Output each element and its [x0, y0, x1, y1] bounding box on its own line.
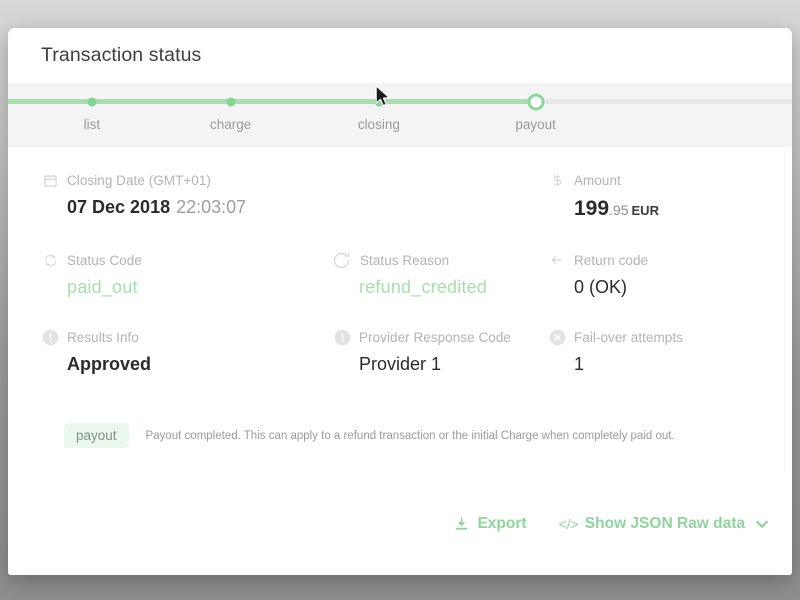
exclamation-circle-icon: [41, 328, 59, 346]
field-value: Approved: [67, 354, 152, 374]
show-json-label: Show JSON Raw data: [584, 514, 745, 532]
amount-main: 199: [574, 197, 610, 220]
transaction-status-modal: Transaction status list charge closing p…: [8, 28, 792, 575]
field-results-info: Results Info Approved: [8, 326, 333, 375]
transaction-details-panel: Closing Date (GMT+01) 07 Dec 2018 22:03:0…: [8, 147, 784, 472]
step-node-charge[interactable]: [226, 97, 236, 106]
field-label-text: Status Code: [67, 252, 142, 268]
field-status-code: Status Code paid_out: [8, 249, 333, 298]
exclamation-circle-icon: [333, 328, 351, 346]
closing-time-value: 22:03:07: [176, 197, 247, 217]
field-value: paid_out: [67, 277, 138, 297]
status-badge: payout: [64, 423, 129, 448]
export-label: Export: [477, 514, 527, 532]
field-provider-response-code: Provider Response Code Provider 1: [333, 326, 548, 375]
field-label-text: Amount: [574, 172, 621, 188]
field-value: Provider 1: [359, 354, 442, 374]
amount-currency: EUR: [631, 203, 659, 218]
field-value: 199.95 EUR: [548, 197, 763, 221]
field-label-text: Status Reason: [360, 252, 450, 268]
field-value: 1: [574, 354, 585, 374]
field-amount: Amount 199.95 EUR: [548, 169, 763, 221]
sync-icon: [41, 251, 59, 269]
step-label-list: list: [83, 117, 101, 132]
field-label: Status Code: [41, 249, 333, 271]
field-status-reason: Status Reason refund_credited: [333, 249, 548, 298]
field-label-text: Provider Response Code: [359, 329, 511, 345]
field-label: Return code: [548, 249, 763, 271]
field-label: Provider Response Code: [333, 326, 548, 348]
field-value: refund_credited: [359, 277, 488, 297]
page-title: Transaction status: [41, 44, 202, 66]
field-label-text: Return code: [574, 252, 649, 268]
code-icon: </>: [558, 515, 579, 532]
chevron-down-icon[interactable]: [754, 516, 770, 532]
detail-row: Status Code paid_out Status Reason refun…: [8, 249, 784, 298]
field-label: Results Info: [41, 326, 333, 348]
progress-stepper: list charge closing payout: [8, 83, 792, 147]
field-label: Fail-over attempts: [548, 326, 763, 348]
step-label-charge: charge: [210, 117, 252, 132]
x-circle-icon: [548, 328, 566, 346]
field-label-text: Closing Date (GMT+01): [67, 172, 211, 188]
step-node-list[interactable]: [87, 97, 97, 106]
step-node-payout[interactable]: [527, 93, 545, 110]
step-node-closing[interactable]: [374, 97, 384, 106]
refresh-icon: [330, 249, 352, 271]
detail-row: Results Info Approved Provider Response …: [8, 326, 784, 375]
field-label-text: Fail-over attempts: [574, 329, 683, 345]
field-label: Amount: [548, 169, 763, 191]
dollar-icon: [548, 171, 566, 189]
arrow-left-icon: [548, 251, 566, 269]
calendar-icon: [41, 171, 59, 189]
download-icon: [453, 515, 470, 532]
modal-footer: Export </> Show JSON Raw data: [8, 472, 792, 575]
field-closing-date: Closing Date (GMT+01) 07 Dec 2018 22:03:0…: [8, 169, 333, 221]
field-label: Closing Date (GMT+01): [41, 169, 333, 191]
field-value: 07 Dec 2018 22:03:07: [41, 197, 333, 218]
field-value: 0 (OK): [574, 277, 628, 297]
step-label-payout: payout: [515, 117, 556, 132]
field-return-code: Return code 0 (OK): [548, 249, 763, 298]
modal-header: Transaction status: [8, 28, 792, 83]
field-label-text: Results Info: [67, 329, 139, 345]
field-label: Status Reason: [333, 249, 548, 271]
show-json-raw-data-button[interactable]: </> Show JSON Raw data: [559, 515, 770, 533]
step-label-closing: closing: [357, 117, 400, 132]
field-failover-attempts: Fail-over attempts 1: [548, 326, 763, 375]
status-description: Payout completed. This can apply to a re…: [145, 429, 675, 442]
amount-cents: .95: [609, 202, 629, 218]
closing-date-value: 07 Dec 2018: [67, 197, 171, 217]
status-note: payout Payout completed. This can apply …: [8, 423, 784, 448]
detail-row: Closing Date (GMT+01) 07 Dec 2018 22:03:0…: [8, 169, 784, 221]
export-button[interactable]: Export: [453, 514, 527, 533]
